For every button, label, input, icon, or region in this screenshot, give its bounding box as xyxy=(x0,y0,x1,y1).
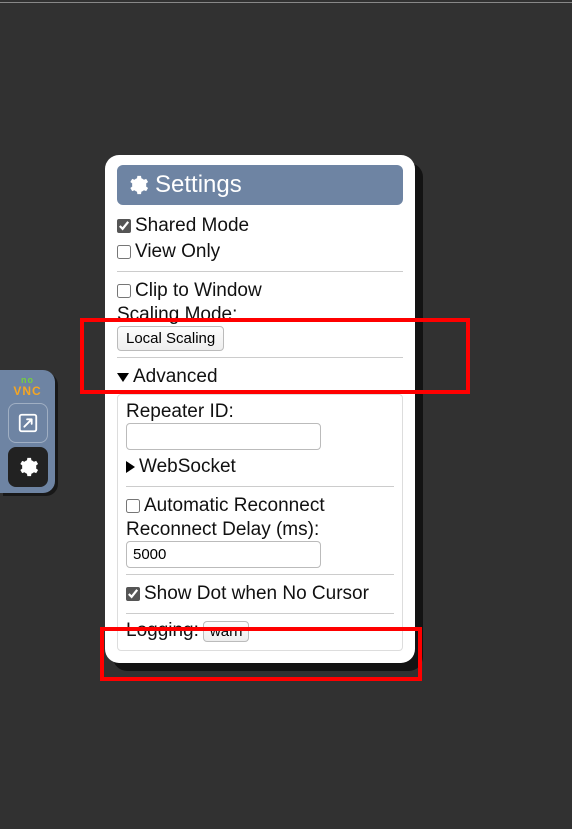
websocket-label: WebSocket xyxy=(139,456,236,478)
scaling-mode-select[interactable]: Local Scaling xyxy=(117,326,224,351)
logging-select[interactable]: warn xyxy=(203,621,250,642)
advanced-content: Repeater ID: WebSocket Automatic Reconne… xyxy=(117,394,403,651)
show-dot-row: Show Dot when No Cursor xyxy=(126,581,394,607)
logging-row: Logging: warn xyxy=(126,620,394,642)
clip-to-window-row: Clip to Window xyxy=(117,278,403,304)
clip-to-window-checkbox[interactable] xyxy=(117,284,131,298)
top-divider xyxy=(0,2,572,3)
auto-reconnect-row: Automatic Reconnect xyxy=(126,493,394,519)
advanced-label: Advanced xyxy=(133,366,218,388)
divider xyxy=(126,613,394,614)
divider xyxy=(126,574,394,575)
reconnect-delay-label: Reconnect Delay (ms): xyxy=(126,519,394,541)
auto-reconnect-checkbox[interactable] xyxy=(126,499,140,513)
logging-label: Logging: xyxy=(126,620,199,642)
view-only-row: View Only xyxy=(117,239,403,265)
repeater-id-label: Repeater ID: xyxy=(126,401,394,423)
view-only-checkbox[interactable] xyxy=(117,245,131,259)
novnc-sidebar: no VNC xyxy=(0,370,55,493)
reconnect-delay-input[interactable] xyxy=(126,541,321,568)
auto-reconnect-label: Automatic Reconnect xyxy=(144,495,325,517)
settings-button[interactable] xyxy=(8,447,48,487)
gear-icon xyxy=(127,174,149,196)
shared-mode-label: Shared Mode xyxy=(135,215,249,237)
fullscreen-icon xyxy=(17,412,39,434)
scaling-mode-label: Scaling Mode: xyxy=(117,304,403,326)
novnc-logo: no VNC xyxy=(13,376,41,397)
divider xyxy=(126,486,394,487)
shared-mode-checkbox[interactable] xyxy=(117,219,131,233)
repeater-id-input[interactable] xyxy=(126,423,321,450)
clip-to-window-label: Clip to Window xyxy=(135,280,262,302)
websocket-toggle[interactable]: WebSocket xyxy=(126,454,394,480)
view-only-label: View Only xyxy=(135,241,220,263)
shared-mode-row: Shared Mode xyxy=(117,213,403,239)
show-dot-checkbox[interactable] xyxy=(126,587,140,601)
scaling-mode-row: Scaling Mode: Local Scaling xyxy=(117,304,403,351)
logo-text-vnc: VNC xyxy=(13,385,41,397)
chevron-right-icon xyxy=(126,461,135,473)
panel-header: Settings xyxy=(117,165,403,205)
fullscreen-button[interactable] xyxy=(8,403,48,443)
settings-panel: Settings Shared Mode View Only Clip to W… xyxy=(105,155,415,663)
panel-title: Settings xyxy=(155,171,242,199)
divider xyxy=(117,271,403,272)
advanced-toggle[interactable]: Advanced xyxy=(117,364,403,390)
divider xyxy=(117,357,403,358)
chevron-down-icon xyxy=(117,373,129,382)
gear-icon xyxy=(17,456,39,478)
show-dot-label: Show Dot when No Cursor xyxy=(144,583,369,605)
